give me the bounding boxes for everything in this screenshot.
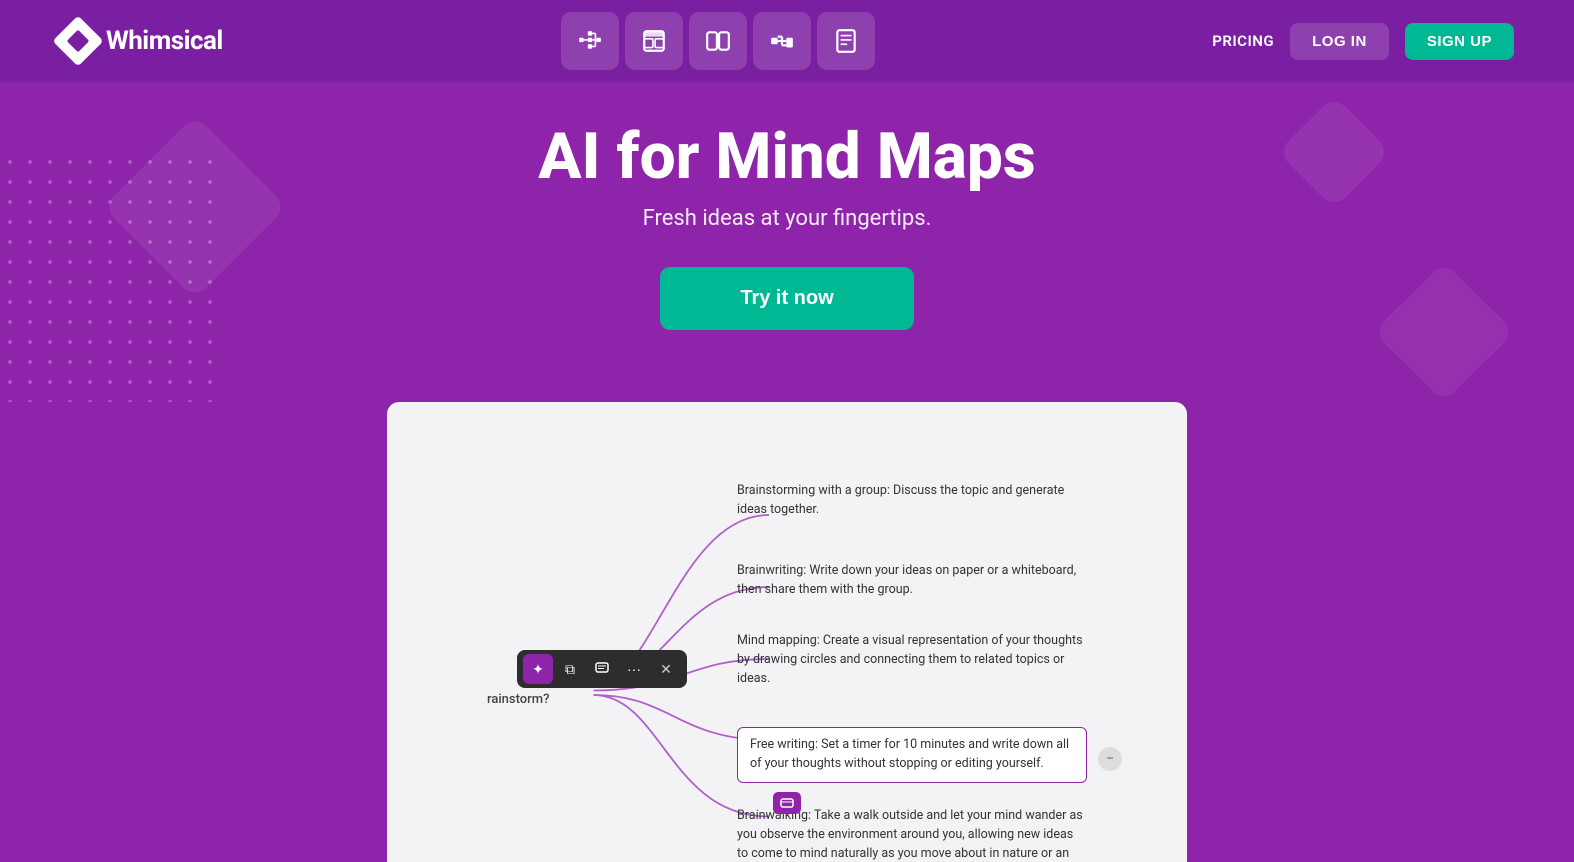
mindmap-area: rainstorm? Brainstorming with a group: D… — [427, 432, 1147, 832]
wireframe-icon-button[interactable] — [625, 12, 683, 70]
comment-toolbar-button[interactable] — [587, 654, 617, 684]
connector-icon-button[interactable] — [753, 12, 811, 70]
mindmap-node-4-selected[interactable]: Free writing: Set a timer for 10 minutes… — [737, 727, 1087, 783]
deco-diamond-bottomright — [1373, 261, 1514, 402]
document-icon — [833, 28, 859, 54]
hero-title: AI for Mind Maps — [20, 122, 1554, 192]
try-it-now-button[interactable]: Try it now — [660, 267, 913, 330]
wireframe-icon — [641, 28, 667, 54]
center-node-label: rainstorm? — [487, 692, 549, 707]
more-toolbar-button[interactable]: ··· — [619, 654, 649, 684]
close-toolbar-button[interactable]: ✕ — [651, 654, 681, 684]
split-view-icon-button[interactable] — [689, 12, 747, 70]
mindmap-node-2: Brainwriting: Write down your ideas on p… — [737, 562, 1087, 600]
flowchart-icon — [577, 28, 603, 54]
login-button[interactable]: LOG IN — [1290, 23, 1389, 60]
pricing-link[interactable]: PRICING — [1212, 32, 1274, 50]
ai-icon — [780, 797, 794, 809]
flowchart-icon-button[interactable] — [561, 12, 619, 70]
split-view-icon — [705, 28, 731, 54]
node-toolbar: ✦ ⧉ ··· ✕ — [517, 650, 687, 688]
demo-section: rainstorm? Brainstorming with a group: D… — [0, 402, 1574, 862]
navbar: Whimsical — [0, 0, 1574, 82]
connector-icon — [769, 28, 795, 54]
hero-subtitle: Fresh ideas at your fingertips. — [20, 206, 1554, 231]
collapse-node-button[interactable]: − — [1098, 747, 1122, 771]
hero-section: AI for Mind Maps Fresh ideas at your fin… — [0, 82, 1574, 402]
comment-icon — [595, 662, 609, 676]
signup-button[interactable]: SIGN UP — [1405, 23, 1514, 60]
document-icon-button[interactable] — [817, 12, 875, 70]
demo-container: rainstorm? Brainstorming with a group: D… — [387, 402, 1187, 862]
mindmap-node-1: Brainstorming with a group: Discuss the … — [737, 482, 1087, 520]
ai-toolbar-button[interactable]: ✦ — [523, 654, 553, 684]
logo-icon — [53, 16, 104, 67]
copy-toolbar-button[interactable]: ⧉ — [555, 654, 585, 684]
logo-area: Whimsical — [60, 23, 223, 59]
nav-icons — [561, 12, 875, 70]
logo-text: Whimsical — [106, 26, 223, 56]
nav-right: PRICING LOG IN SIGN UP — [1212, 23, 1514, 60]
mindmap-node-3: Mind mapping: Create a visual representa… — [737, 632, 1087, 688]
mindmap-node-5: Brainwalking: Take a walk outside and le… — [737, 807, 1087, 862]
ai-badge — [773, 792, 801, 814]
